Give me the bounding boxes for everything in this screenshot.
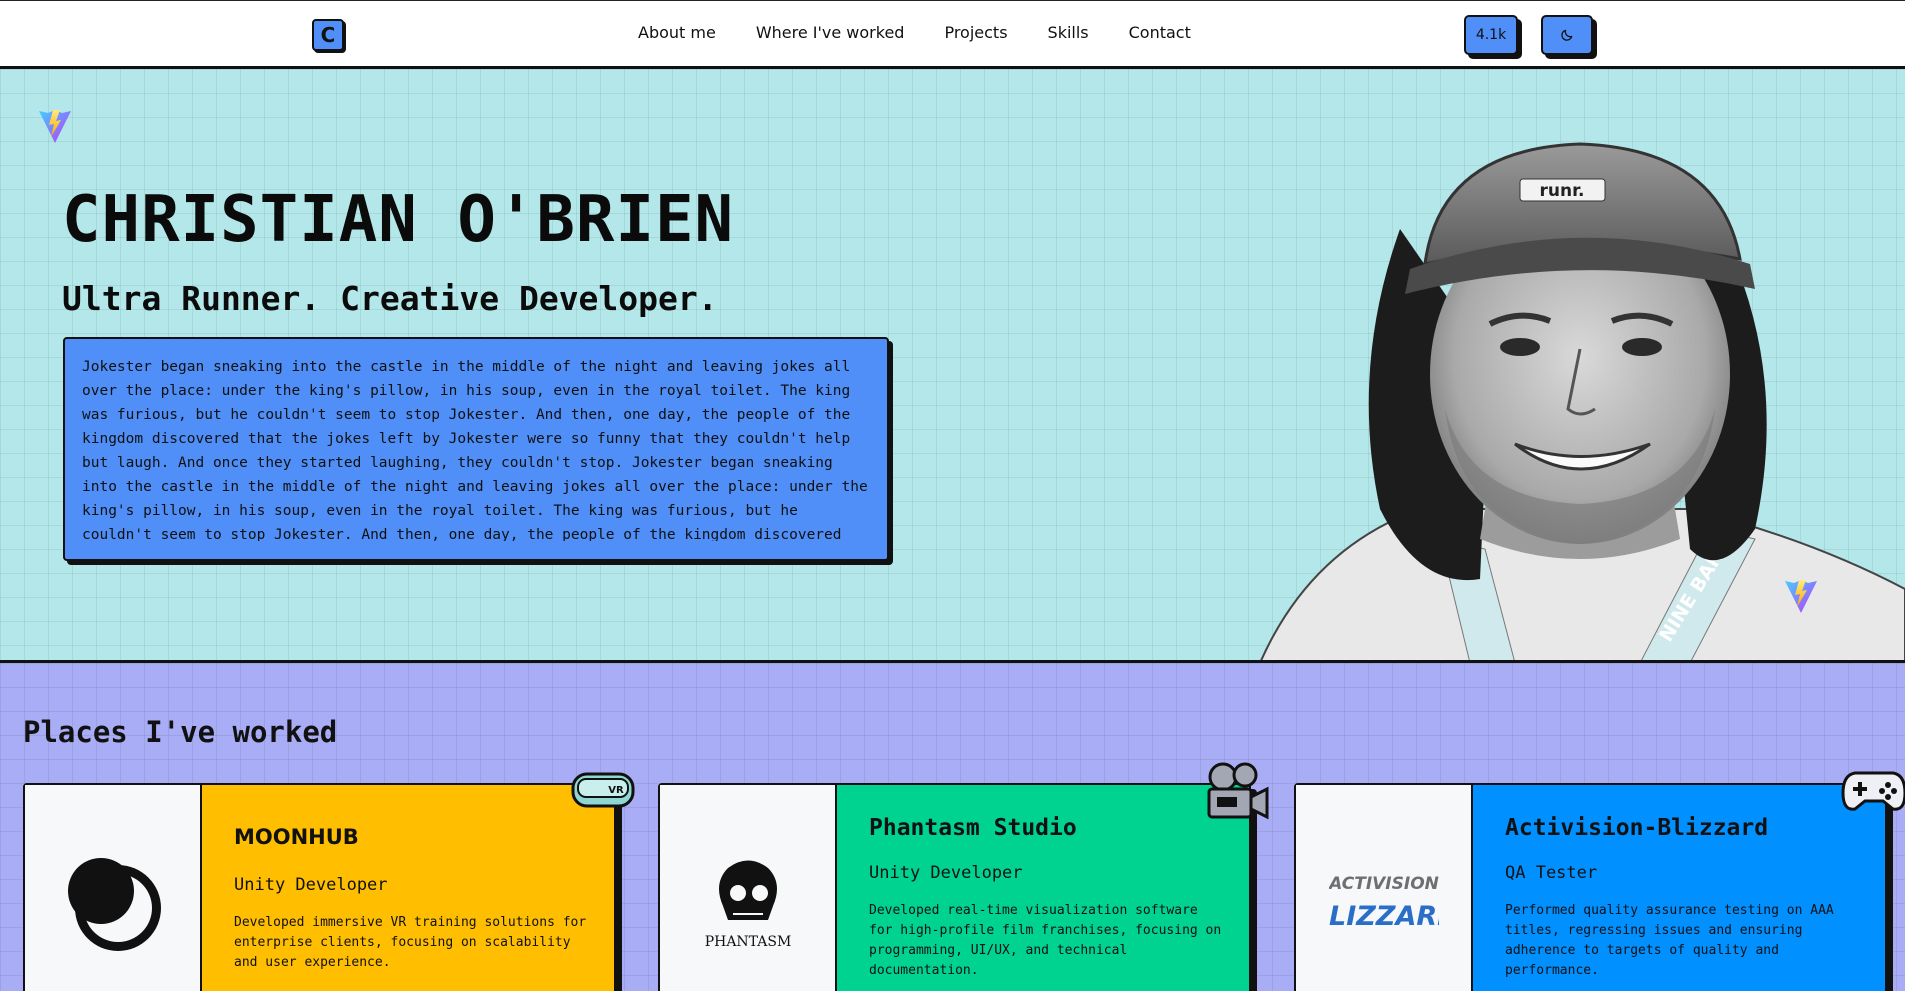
nav-link-worked[interactable]: Where I've worked <box>756 23 905 42</box>
card-role: QA Tester <box>1505 863 1598 883</box>
card-role: Unity Developer <box>869 863 1023 883</box>
moonhub-logo <box>25 785 202 991</box>
vr-headset-icon: VR <box>571 772 635 808</box>
gamepad-icon <box>1841 771 1905 811</box>
svg-text:ACTIVISION: ACTIVISION <box>1329 874 1439 894</box>
card-description: Performed quality assurance testing on A… <box>1505 903 1834 978</box>
hero-subtitle: Ultra Runner. Creative Developer. <box>62 279 718 318</box>
card-description: Developed immersive VR training solution… <box>234 915 587 970</box>
nav-link-about[interactable]: About me <box>638 23 716 42</box>
places-title: Places I've worked <box>23 715 338 749</box>
moon-icon <box>1561 29 1573 41</box>
svg-text:BLIZZARD: BLIZZARD <box>1329 901 1439 932</box>
top-navbar: C About me Where I've worked Projects Sk… <box>0 0 1905 69</box>
nav-link-projects[interactable]: Projects <box>944 23 1007 42</box>
github-stars-button[interactable]: 4.1k <box>1464 15 1518 55</box>
work-card-activision-blizzard[interactable]: ACTIVISION BLIZZARD Activision-Blizzard … <box>1294 771 1905 991</box>
work-card-phantasm[interactable]: PHANTASM Phantasm Studio Unity Developer… <box>658 762 1269 991</box>
vite-logo-icon-2 <box>1785 580 1817 613</box>
activision-blizzard-logo: ACTIVISION BLIZZARD <box>1296 785 1473 991</box>
card-description: Developed real-time visualization softwa… <box>869 903 1222 978</box>
work-card-moonhub[interactable]: MOONHUB Unity Developer Developed immers… <box>23 772 635 991</box>
bio-box[interactable]: Jokester began sneaking into the castle … <box>63 337 889 561</box>
nav-link-contact[interactable]: Contact <box>1129 23 1191 42</box>
vite-logo-icon <box>39 110 71 143</box>
site-logo[interactable]: C <box>312 19 344 51</box>
card-company: Phantasm Studio <box>869 815 1077 841</box>
hero-name: CHRISTIAN O'BRIEN <box>62 183 735 257</box>
film-camera-icon <box>1207 762 1269 820</box>
cap-text: runr. <box>1539 181 1584 201</box>
svg-text:PHANTASM: PHANTASM <box>704 934 791 950</box>
places-section: Places I've worked MOONHUB Unity Develop… <box>0 663 1905 991</box>
phantasm-logo: PHANTASM <box>660 785 837 991</box>
svg-text:VR: VR <box>608 785 624 796</box>
nav-link-skills[interactable]: Skills <box>1048 23 1089 42</box>
bio-text: Jokester began sneaking into the castle … <box>82 359 868 541</box>
hero-section: CHRISTIAN O'BRIEN Ultra Runner. Creative… <box>0 69 1905 663</box>
card-role: Unity Developer <box>234 875 388 895</box>
nav-links: About me Where I've worked Projects Skil… <box>638 23 1191 42</box>
card-company: Activision-Blizzard <box>1505 815 1769 841</box>
card-company: MOONHUB <box>234 825 359 849</box>
theme-toggle-button[interactable] <box>1541 15 1593 55</box>
